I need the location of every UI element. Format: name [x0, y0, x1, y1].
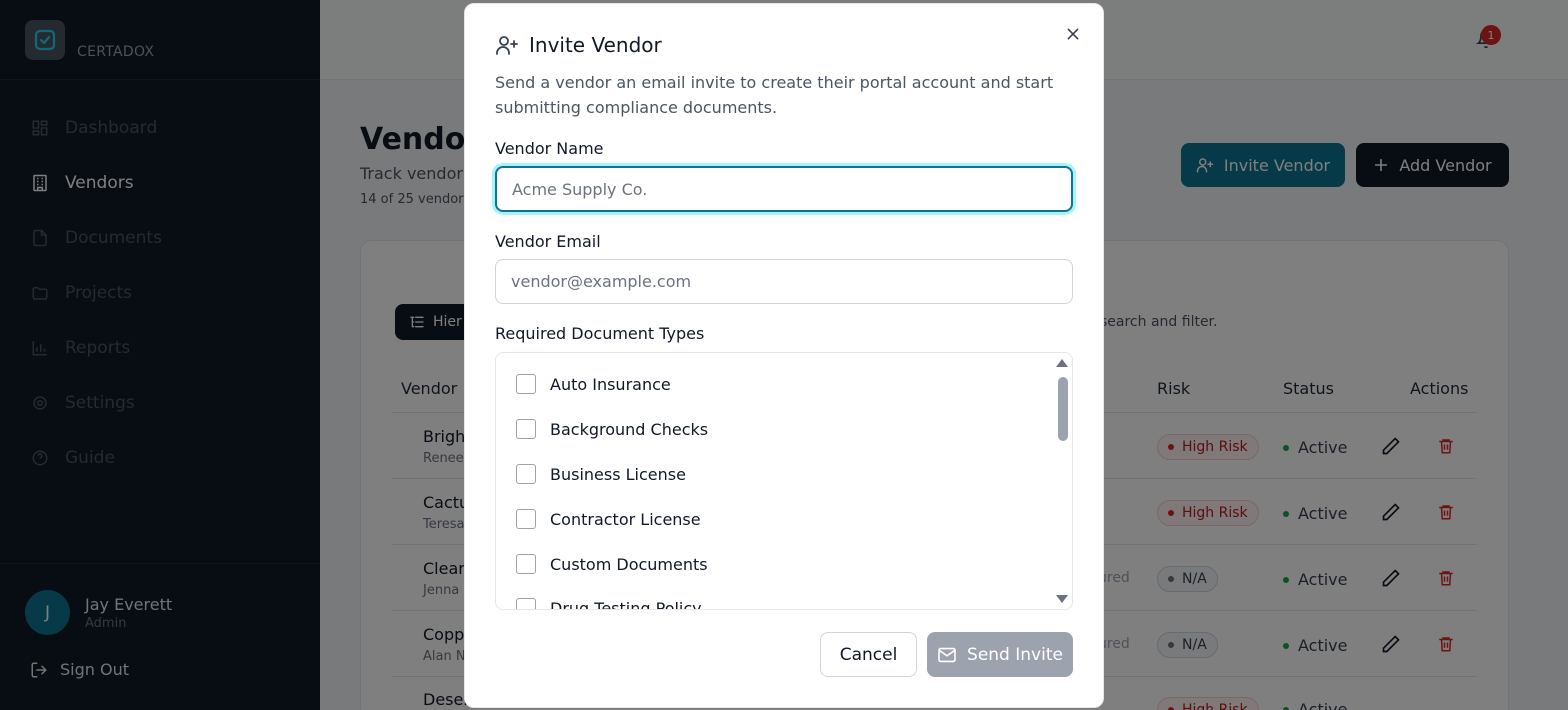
dialog-title: Invite Vendor	[495, 33, 662, 57]
checkbox[interactable]	[516, 464, 536, 484]
send-invite-button[interactable]: Send Invite	[927, 632, 1073, 677]
vendor-name-input[interactable]	[495, 166, 1073, 212]
doc-type-option[interactable]: Business License	[516, 464, 686, 484]
scroll-down-arrow-icon[interactable]	[1056, 595, 1068, 603]
close-icon[interactable]	[1063, 24, 1083, 44]
checkbox[interactable]	[516, 598, 536, 609]
vendor-name-label: Vendor Name	[495, 139, 604, 158]
vendor-email-input[interactable]	[495, 259, 1073, 304]
doc-type-option[interactable]: Contractor License	[516, 509, 701, 529]
checkbox[interactable]	[516, 554, 536, 574]
user-plus-icon	[496, 36, 518, 55]
scrollbar[interactable]	[1054, 353, 1072, 609]
doc-type-option[interactable]: Custom Documents	[516, 554, 708, 574]
doc-type-option[interactable]: Drug Testing Policy	[516, 598, 702, 609]
cancel-button[interactable]: Cancel	[820, 632, 917, 677]
doc-types-label: Required Document Types	[495, 324, 705, 343]
checkbox[interactable]	[516, 509, 536, 529]
doc-type-option[interactable]: Background Checks	[516, 419, 708, 439]
doc-types-list[interactable]: Auto Insurance Background Checks Busines…	[495, 352, 1073, 610]
mail-icon	[938, 647, 956, 662]
scroll-up-arrow-icon[interactable]	[1056, 359, 1068, 367]
checkbox[interactable]	[516, 374, 536, 394]
vendor-email-label: Vendor Email	[495, 232, 601, 251]
scrollbar-thumb[interactable]	[1058, 377, 1068, 441]
doc-type-option[interactable]: Auto Insurance	[516, 374, 671, 394]
checkbox[interactable]	[516, 419, 536, 439]
dialog-description: Send a vendor an email invite to create …	[495, 73, 1054, 117]
